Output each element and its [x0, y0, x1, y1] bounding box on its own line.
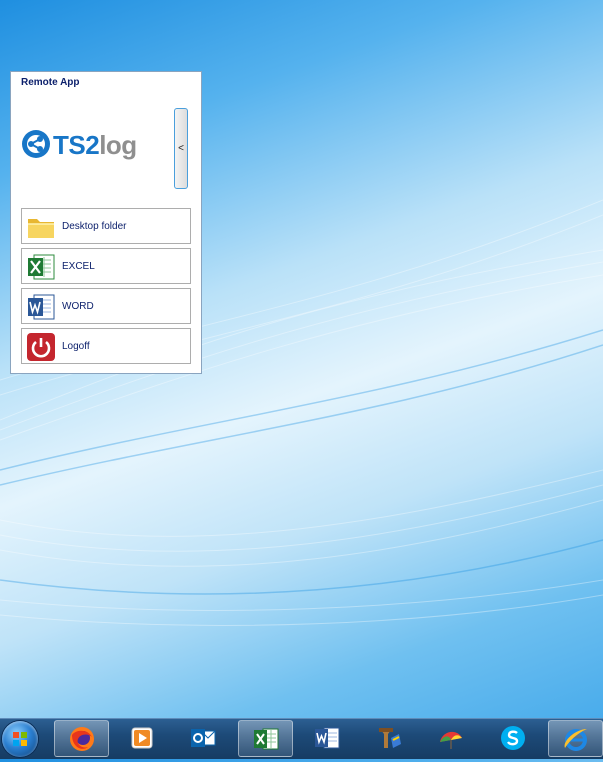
app-label: Desktop folder — [62, 221, 127, 232]
desktop-folder-button[interactable]: Desktop folder — [21, 208, 191, 244]
ts2log-logo: TS2log — [21, 126, 146, 162]
outlook-icon — [191, 729, 216, 747]
taskbar-outlook[interactable] — [176, 720, 231, 757]
taskbar-umbrella-app[interactable] — [424, 720, 479, 757]
word-icon — [315, 727, 340, 749]
app-label: Logoff — [62, 341, 90, 352]
taskbar-excel[interactable] — [238, 720, 293, 757]
desktop: Remote App TS2log < Desktop folder EXCEL… — [0, 0, 603, 718]
start-button[interactable] — [2, 721, 38, 757]
remote-app-panel: Remote App TS2log < Desktop folder EXCEL… — [10, 71, 202, 374]
logo-text-primary: TS2 — [53, 130, 100, 160]
app-label: EXCEL — [62, 261, 95, 272]
panel-title: Remote App — [21, 77, 80, 88]
power-icon — [27, 333, 55, 361]
taskbar-skype[interactable] — [486, 720, 541, 757]
excel-button[interactable]: EXCEL — [21, 248, 191, 284]
word-button[interactable]: WORD — [21, 288, 191, 324]
logo-text-secondary: log — [99, 130, 137, 160]
app-label: WORD — [62, 301, 94, 312]
skype-icon — [501, 726, 525, 750]
excel-icon — [28, 254, 55, 280]
collapse-panel-button[interactable]: < — [174, 108, 188, 189]
logoff-button[interactable]: Logoff — [21, 328, 191, 364]
windows-logo-icon — [13, 732, 27, 746]
taskbar-firefox[interactable] — [54, 720, 109, 757]
word-icon — [28, 294, 55, 320]
taskbar-word[interactable] — [300, 720, 355, 757]
taskbar-tools[interactable] — [362, 720, 417, 757]
media-player-icon — [131, 727, 153, 749]
taskbar — [0, 718, 603, 759]
internet-explorer-icon — [564, 729, 587, 751]
folder-icon — [28, 219, 54, 238]
firefox-icon — [70, 727, 94, 751]
tools-icon — [379, 728, 401, 748]
excel-icon — [254, 728, 279, 750]
taskbar-internet-explorer[interactable] — [548, 720, 603, 757]
umbrella-app-icon — [440, 731, 462, 749]
taskbar-media-player[interactable] — [115, 720, 170, 757]
logo-text: TS2log — [53, 132, 137, 158]
ts2log-logo-icon — [22, 130, 50, 158]
